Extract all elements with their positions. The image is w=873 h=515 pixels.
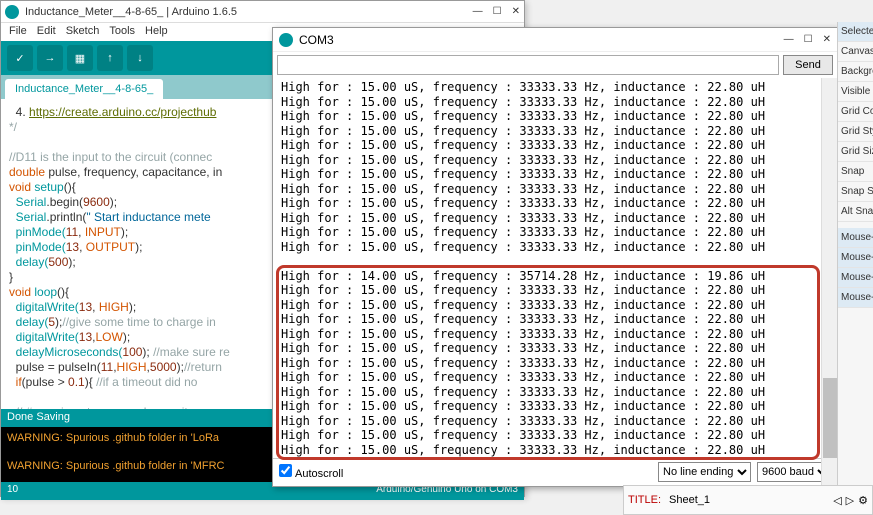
new-button[interactable]: ▦	[67, 45, 93, 71]
scrollbar[interactable]	[821, 78, 837, 486]
rp-alt-snap[interactable]: Alt Snap	[838, 202, 873, 222]
serial-monitor-window: COM3 — ☐ ✕ Send High for : 15.00 uS, fre…	[272, 27, 838, 487]
ide-title: Inductance_Meter__4-8-65_ | Arduino 1.6.…	[25, 6, 473, 18]
rp-visible-grid[interactable]: Visible Gri	[838, 82, 873, 102]
rp-mouse-y: Mouse-Y	[838, 248, 873, 268]
sheet-name[interactable]: Sheet_1	[669, 494, 710, 506]
minimize-button[interactable]: —	[784, 34, 794, 45]
menu-edit[interactable]: Edit	[37, 25, 56, 39]
nav-right-icon[interactable]: ▷	[846, 494, 854, 507]
rp-mouse-x: Mouse-X	[838, 228, 873, 248]
close-button[interactable]: ✕	[512, 6, 520, 17]
serial-input[interactable]	[277, 55, 779, 75]
rp-background[interactable]: Backgroun	[838, 62, 873, 82]
settings-icon[interactable]: ⚙	[858, 494, 868, 507]
rp-grid-color[interactable]: Grid Color	[838, 102, 873, 122]
rp-grid-size[interactable]: Grid Size	[838, 142, 873, 162]
save-button[interactable]: ↓	[127, 45, 153, 71]
serial-footer: Autoscroll No line ending 9600 baud	[273, 458, 837, 484]
maximize-button[interactable]: ☐	[493, 6, 502, 17]
scroll-thumb[interactable]	[823, 378, 837, 458]
menu-file[interactable]: File	[9, 25, 27, 39]
maximize-button[interactable]: ☐	[804, 34, 813, 45]
serial-input-row: Send	[273, 52, 837, 78]
rp-selected[interactable]: Selected O	[838, 22, 873, 42]
upload-button[interactable]: →	[37, 45, 63, 71]
menu-help[interactable]: Help	[145, 25, 168, 39]
arduino-logo-icon	[5, 5, 19, 19]
open-button[interactable]: ↑	[97, 45, 123, 71]
properties-panel: Selected O Canvas: Backgroun Visible Gri…	[837, 22, 873, 492]
arduino-logo-icon	[279, 33, 293, 47]
title-label: TITLE:	[628, 494, 661, 506]
autoscroll-checkbox[interactable]: Autoscroll	[279, 464, 343, 480]
rp-snap[interactable]: Snap	[838, 162, 873, 182]
close-button[interactable]: ✕	[823, 34, 831, 45]
nav-left-icon[interactable]: ◁	[833, 494, 841, 507]
menu-tools[interactable]: Tools	[109, 25, 135, 39]
rp-mouse-dx: Mouse-DX	[838, 268, 873, 288]
rp-snap-size[interactable]: Snap Size	[838, 182, 873, 202]
rp-canvas[interactable]: Canvas:	[838, 42, 873, 62]
minimize-button[interactable]: —	[473, 6, 483, 17]
rp-grid-style[interactable]: Grid Style	[838, 122, 873, 142]
serial-title: COM3	[299, 33, 784, 47]
serial-titlebar: COM3 — ☐ ✕	[273, 28, 837, 52]
sketch-tab[interactable]: Inductance_Meter__4-8-65_	[5, 79, 163, 99]
serial-output[interactable]: High for : 15.00 uS, frequency : 33333.3…	[273, 78, 837, 458]
baud-select[interactable]: 9600 baud	[757, 462, 831, 482]
ide-titlebar: Inductance_Meter__4-8-65_ | Arduino 1.6.…	[1, 1, 524, 23]
menu-sketch[interactable]: Sketch	[66, 25, 100, 39]
line-ending-select[interactable]: No line ending	[658, 462, 751, 482]
verify-button[interactable]: ✓	[7, 45, 33, 71]
send-button[interactable]: Send	[783, 55, 833, 75]
rp-mouse-dy: Mouse-DY	[838, 288, 873, 308]
hub-link[interactable]: https://create.arduino.cc/projecthub	[29, 105, 216, 119]
line-number: 10	[7, 484, 18, 498]
sheet-bar: TITLE: Sheet_1 ◁ ▷ ⚙	[623, 485, 873, 515]
